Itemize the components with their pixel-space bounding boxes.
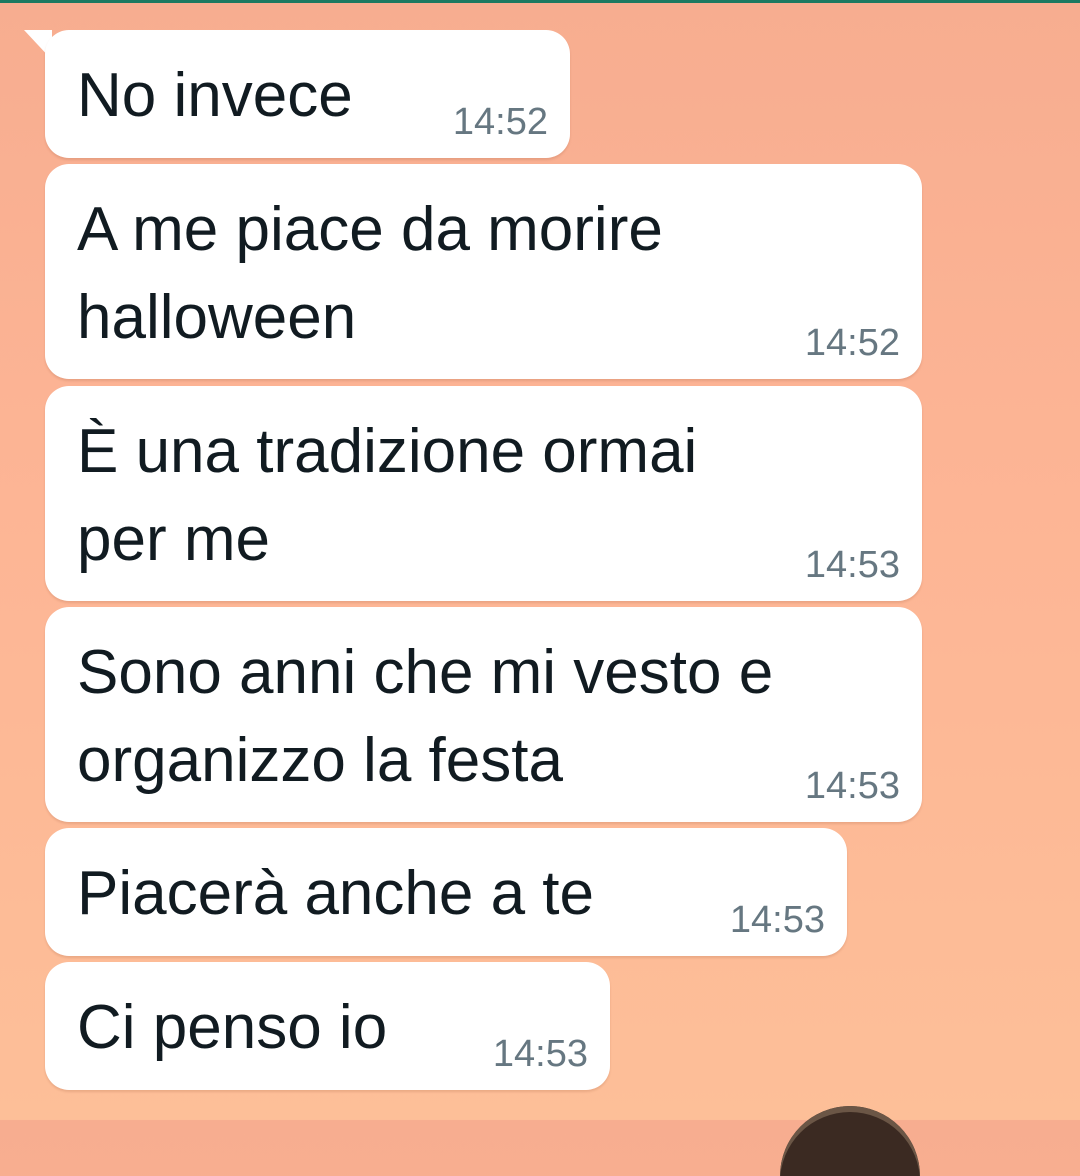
message-timestamp: 14:52 [452, 101, 548, 143]
message-timestamp: 14:52 [804, 322, 900, 364]
message-bubble[interactable]: Sono anni che mi vesto e organizzo la fe… [45, 607, 922, 822]
message-bubble[interactable]: A me piace da morire halloween 14:52 [45, 164, 922, 379]
message-timestamp: 14:53 [492, 1033, 588, 1075]
message-bubble[interactable]: No invece 14:52 [45, 30, 570, 158]
message-timestamp: 14:53 [804, 544, 900, 586]
message-bubble[interactable]: Piacerà anche a te 14:53 [45, 828, 847, 956]
message-timestamp: 14:53 [729, 899, 825, 941]
message-text: Piacerà anche a te [77, 859, 595, 928]
message-timestamp: 14:53 [804, 765, 900, 807]
message-bubble[interactable]: È una tradizione ormai per me 14:53 [45, 386, 922, 601]
message-text: È una tradizione ormai per me [77, 417, 698, 574]
message-text: A me piace da morire halloween [77, 195, 663, 352]
message-text: Sono anni che mi vesto e organizzo la fe… [77, 638, 774, 795]
chat-message-list[interactable]: No invece 14:52 A me piace da morire hal… [0, 0, 1080, 1120]
message-bubble[interactable]: Ci penso io 14:53 [45, 962, 610, 1090]
